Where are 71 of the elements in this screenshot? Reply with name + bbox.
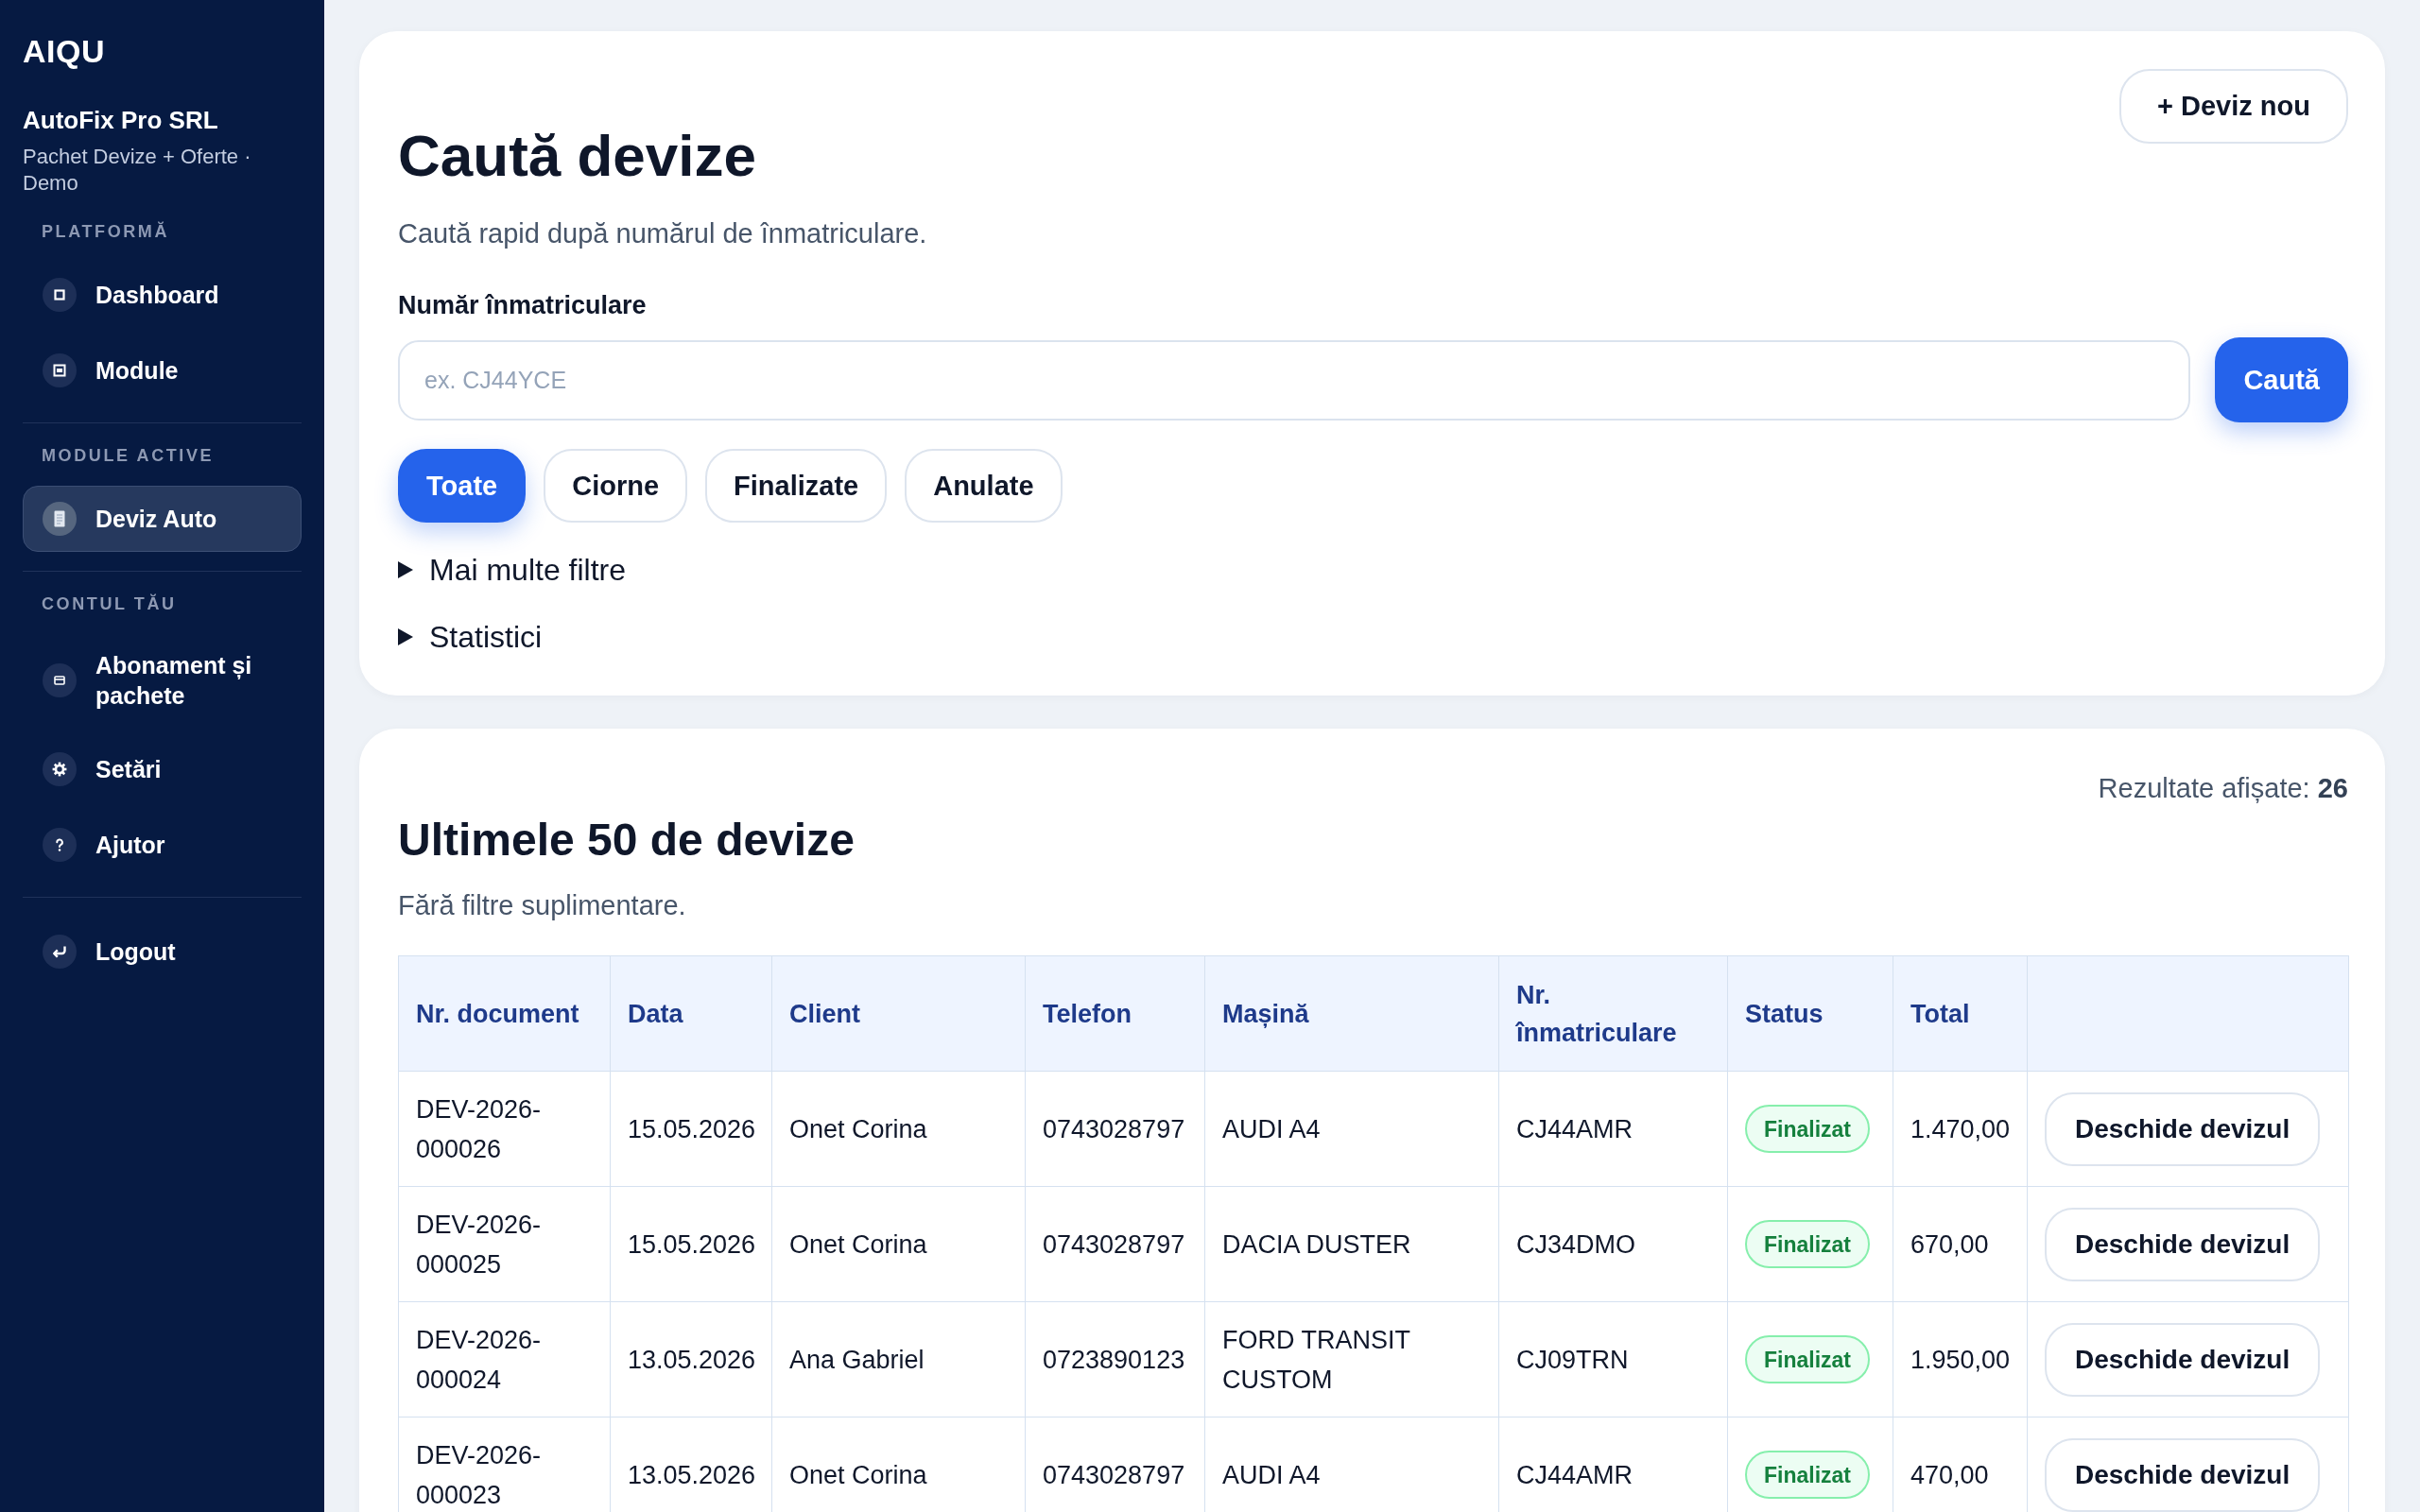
table-cell: CJ34DMO xyxy=(1498,1186,1728,1302)
section-subtitle: Fără filtre suplimentare. xyxy=(398,889,687,922)
results-count: Rezultate afișate: 26 xyxy=(2098,772,2348,805)
column-header: Nr. înmatriculare xyxy=(1498,955,1728,1072)
table-cell: DEV-2026-000023 xyxy=(398,1417,611,1512)
column-header: Nr. document xyxy=(398,955,611,1072)
table-cell: 15.05.2026 xyxy=(610,1186,772,1302)
page-title: Caută devize xyxy=(398,122,758,190)
card-icon xyxy=(43,663,77,697)
table-cell: AUDI A4 xyxy=(1204,1071,1499,1187)
section-heading: CONTUL TĂU xyxy=(41,593,177,615)
filter-chip[interactable]: Toate xyxy=(398,449,527,523)
table-cell: Ana Gabriel xyxy=(771,1301,1026,1418)
nav-item[interactable]: Setări xyxy=(23,736,302,802)
document-icon xyxy=(43,502,77,536)
table-cell: Onet Corina xyxy=(771,1186,1026,1302)
section-heading: MODULE ACTIVE xyxy=(41,445,215,467)
filter-chip[interactable]: Finalizate xyxy=(705,449,888,523)
table-cell: Onet Corina xyxy=(771,1071,1026,1187)
nav-item[interactable]: Module xyxy=(23,337,302,404)
table-cell: 670,00 xyxy=(1893,1186,2028,1302)
open-button[interactable]: Deschide devizul xyxy=(2045,1322,2321,1397)
table-cell: DEV-2026-000026 xyxy=(398,1071,611,1187)
nav-item[interactable]: Logout xyxy=(23,919,302,985)
table-cell: 0743028797 xyxy=(1025,1186,1205,1302)
open-button[interactable]: Deschide devizul xyxy=(2045,1437,2321,1512)
app-logo: AIQU xyxy=(23,32,105,71)
table-cell: 0723890123 xyxy=(1025,1301,1205,1418)
status-badge: Finalizat xyxy=(1745,1335,1870,1383)
table-cell: 13.05.2026 xyxy=(610,1301,772,1418)
page-subtitle: Caută rapid după numărul de înmatriculare. xyxy=(398,217,927,250)
table-cell: DEV-2026-000024 xyxy=(398,1301,611,1418)
plate-input[interactable]: ex. CJ44YCE xyxy=(398,339,2191,421)
settings-icon xyxy=(43,752,77,786)
new-quote-button[interactable]: + Deviz nou xyxy=(2119,69,2348,144)
table-cell: DEV-2026-000025 xyxy=(398,1186,611,1302)
nav-item[interactable]: Abonament și pachete xyxy=(23,634,302,727)
filter-chip[interactable]: Ciorne xyxy=(544,449,688,523)
open-button[interactable]: Deschide devizul xyxy=(2045,1207,2321,1281)
section-heading: PLATFORMĂ xyxy=(41,220,170,243)
table-cell: CJ09TRN xyxy=(1498,1301,1728,1418)
table-cell: 0743028797 xyxy=(1025,1071,1205,1187)
table-cell: 1.470,00 xyxy=(1893,1071,2028,1187)
nav-item[interactable]: Deviz Auto xyxy=(23,486,302,552)
table-cell: 1.950,00 xyxy=(1893,1301,2028,1418)
filter-chip[interactable]: Anulate xyxy=(905,449,1063,523)
field-label: Număr înmatriculare xyxy=(398,290,647,321)
disclosure-toggle[interactable]: Mai multe filtre xyxy=(398,551,627,589)
status-badge: Finalizat xyxy=(1745,1451,1870,1499)
nav-item[interactable]: Ajutor xyxy=(23,812,302,878)
nav-item[interactable]: Dashboard xyxy=(23,262,302,328)
disclosure-toggle[interactable]: Statistici xyxy=(398,618,543,656)
plan-label: Pachet Devize + Oferte · Demo xyxy=(23,144,252,197)
table-cell: FORD TRANSIT CUSTOM xyxy=(1204,1301,1499,1418)
status-badge: Finalizat xyxy=(1745,1220,1870,1268)
table-cell: 15.05.2026 xyxy=(610,1071,772,1187)
column-header: Telefon xyxy=(1025,955,1205,1072)
column-header: Total xyxy=(1893,955,2028,1072)
open-button[interactable]: Deschide devizul xyxy=(2045,1091,2321,1166)
table-cell: CJ44AMR xyxy=(1498,1071,1728,1187)
window-icon xyxy=(43,353,77,387)
section-title: Ultimele 50 de devize xyxy=(398,814,855,867)
table-cell: DACIA DUSTER xyxy=(1204,1186,1499,1302)
search-button[interactable]: Caută xyxy=(2215,337,2348,422)
column-header: Status xyxy=(1727,955,1893,1072)
column-header: Mașină xyxy=(1204,955,1499,1072)
company-name: AutoFix Pro SRL xyxy=(23,105,218,135)
status-badge: Finalizat xyxy=(1745,1105,1870,1153)
help-icon xyxy=(43,828,77,862)
column-header: Data xyxy=(610,955,772,1072)
column-header: Client xyxy=(771,955,1026,1072)
